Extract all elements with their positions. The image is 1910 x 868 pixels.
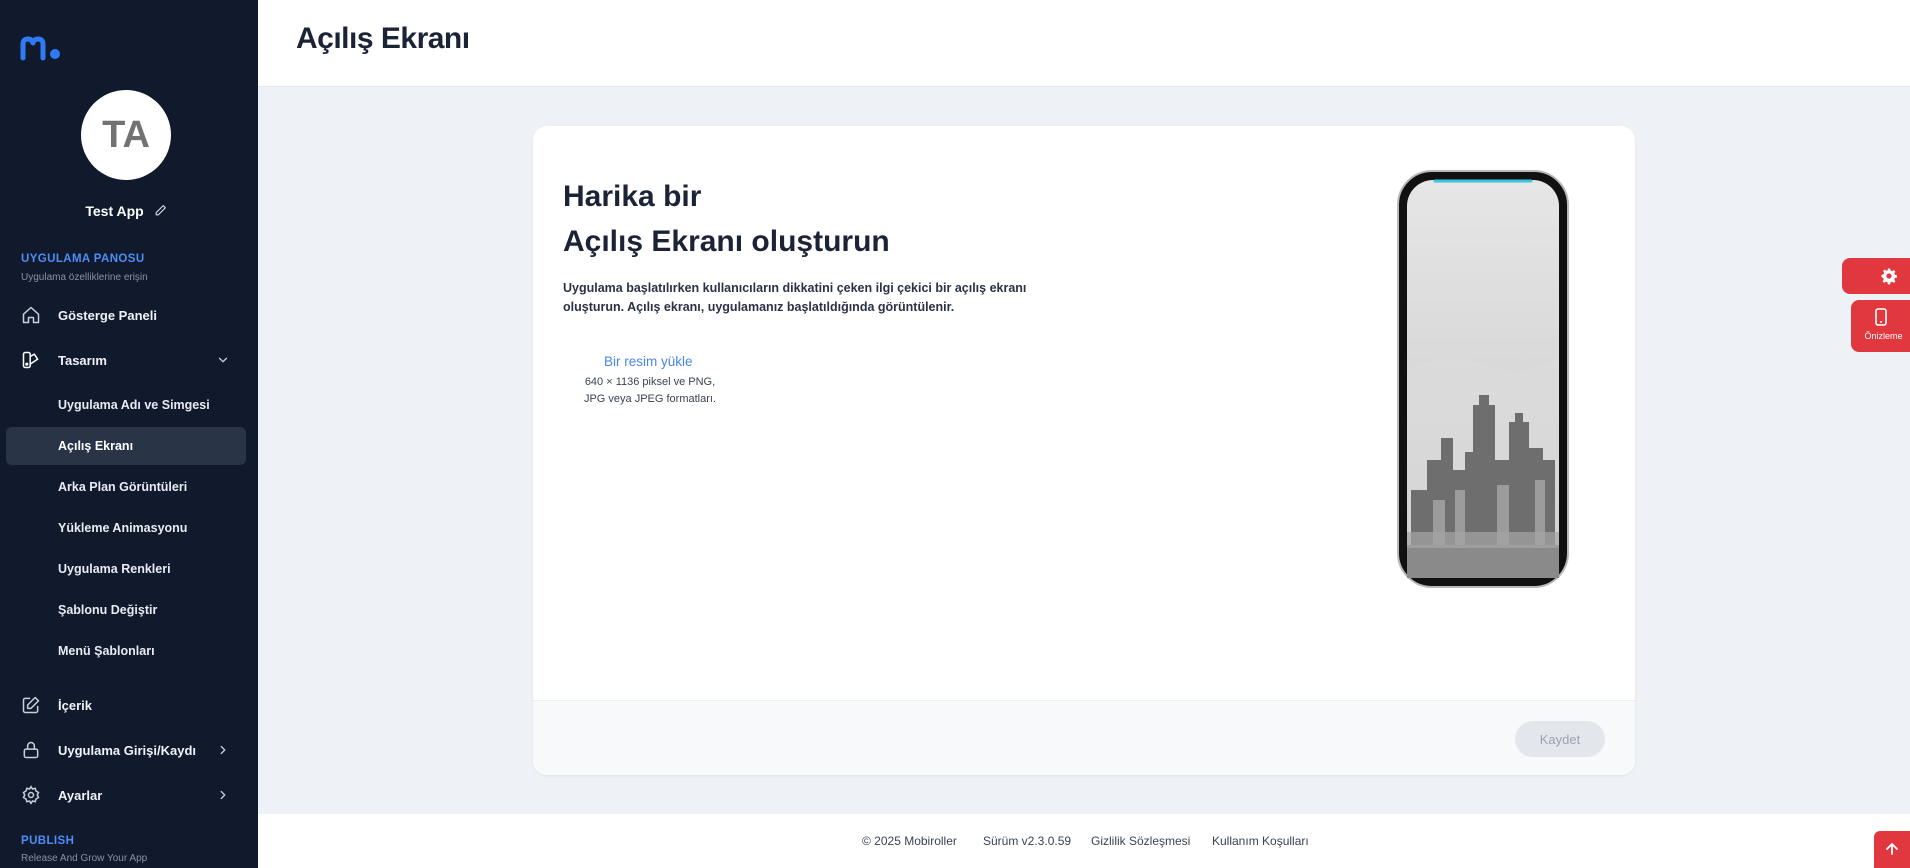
lock-icon (23, 741, 39, 759)
sidebar-item-app-login[interactable]: Uygulama Girişi/Kaydı (0, 730, 252, 770)
sidebar-item-label: Ayarlar (58, 787, 103, 803)
upload-hint: 640 × 1136 piksel ve PNG, JPG veya JPEG … (575, 374, 725, 408)
footer-copyright: © 2025 Mobiroller (862, 834, 957, 848)
sidebar-subitem-label: Arka Plan Görüntüleri (58, 480, 188, 494)
upload-hint-line2: JPG veya JPEG formatları. (583, 393, 717, 405)
scroll-to-top-button[interactable] (1874, 831, 1910, 868)
save-button[interactable]: Kaydet (1515, 721, 1605, 757)
chevron-down-icon (218, 357, 228, 363)
edit-content-icon (22, 696, 40, 714)
sidebar-subitem-menu-templates[interactable]: Menü Şablonları (6, 632, 246, 670)
floating-preview-button[interactable]: Önizleme (1851, 300, 1910, 352)
sidebar-subitem-splash-screen[interactable]: Açılış Ekranı (6, 427, 246, 465)
preview-label: Önizleme (1864, 331, 1903, 341)
design-palette-icon (22, 351, 39, 369)
section-subtitle-app-panel: Uygulama özelliklerine erişin (21, 272, 148, 283)
upload-hint-line1: 640 × 1136 piksel ve PNG, (584, 376, 716, 388)
sidebar-item-dashboard[interactable]: Gösterge Paneli (0, 295, 252, 335)
sidebar-subitem-label: Menü Şablonları (58, 644, 155, 658)
card-heading-line1: Harika bir (563, 180, 702, 213)
section-title-app-panel: UYGULAMA PANOSU (21, 253, 145, 265)
chevron-right-icon (220, 790, 226, 800)
sidebar-item-content[interactable]: İçerik (0, 685, 252, 725)
sidebar-subitem-loading-animation[interactable]: Yükleme Animasyonu (6, 509, 246, 547)
section-subtitle-publish: Release And Grow Your App (21, 853, 148, 864)
sidebar-subitem-label: Açılış Ekranı (58, 439, 134, 453)
floating-settings-button[interactable] (1842, 258, 1910, 294)
splash-screen-card: Harika bir Açılış Ekranı oluşturun Uygul… (533, 126, 1635, 775)
home-icon (22, 306, 40, 324)
sidebar: TA Test App UYGULAMA PANOSU Uygulama öze… (0, 0, 258, 868)
pencil-icon[interactable] (154, 204, 167, 217)
card-heading-line2: Açılış Ekranı oluşturun (563, 225, 890, 258)
footer-privacy-link[interactable]: Gizlilik Sözleşmesi (1091, 834, 1190, 848)
sidebar-subitem-app-name-icon[interactable]: Uygulama Adı ve Simgesi (6, 386, 246, 424)
sidebar-subitem-label: Şablonu Değiştir (58, 603, 158, 617)
footer-version: Sürüm v2.3.0.59 (983, 834, 1072, 848)
sidebar-item-settings[interactable]: Ayarlar (0, 775, 252, 815)
mobiroller-logo-icon[interactable] (20, 34, 64, 62)
sidebar-subitem-change-template[interactable]: Şablonu Değiştir (6, 591, 246, 629)
upload-image-link[interactable]: Bir resim yükle (604, 354, 693, 369)
top-header: Açılış Ekranı (258, 0, 1910, 87)
gear-icon (22, 785, 40, 805)
page-title: Açılış Ekranı (296, 22, 470, 55)
sidebar-subitem-background-images[interactable]: Arka Plan Görüntüleri (6, 468, 246, 506)
arrow-up-icon (1886, 843, 1898, 855)
app-name[interactable]: Test App (0, 203, 252, 219)
sidebar-subitem-label: Uygulama Adı ve Simgesi (58, 398, 210, 412)
chevron-right-icon (220, 745, 226, 755)
sidebar-subitem-label: Yükleme Animasyonu (58, 521, 188, 535)
sidebar-item-label: Gösterge Paneli (58, 307, 157, 323)
sidebar-item-design[interactable]: Tasarım (0, 340, 252, 380)
phone-icon (1875, 308, 1887, 326)
app-name-label: Test App (85, 203, 144, 219)
sidebar-item-label: İçerik (58, 697, 92, 713)
section-title-publish: PUBLISH (21, 835, 75, 847)
sidebar-item-label: Tasarım (58, 352, 107, 368)
phone-preview-mockup (1397, 170, 1569, 588)
card-description: Uygulama başlatılırken kullanıcıların di… (563, 281, 1027, 314)
avatar[interactable]: TA (81, 90, 171, 180)
gear-icon (1881, 268, 1897, 285)
sidebar-subitem-label: Uygulama Renkleri (58, 562, 171, 576)
footer-terms-link[interactable]: Kullanım Koşulları (1212, 834, 1309, 848)
sidebar-subitem-app-colors[interactable]: Uygulama Renkleri (6, 550, 246, 588)
card-footer (533, 700, 1635, 775)
page-footer: © 2025 Mobiroller Sürüm v2.3.0.59 Gizlil… (258, 814, 1910, 868)
sidebar-item-label: Uygulama Girişi/Kaydı (58, 742, 196, 758)
